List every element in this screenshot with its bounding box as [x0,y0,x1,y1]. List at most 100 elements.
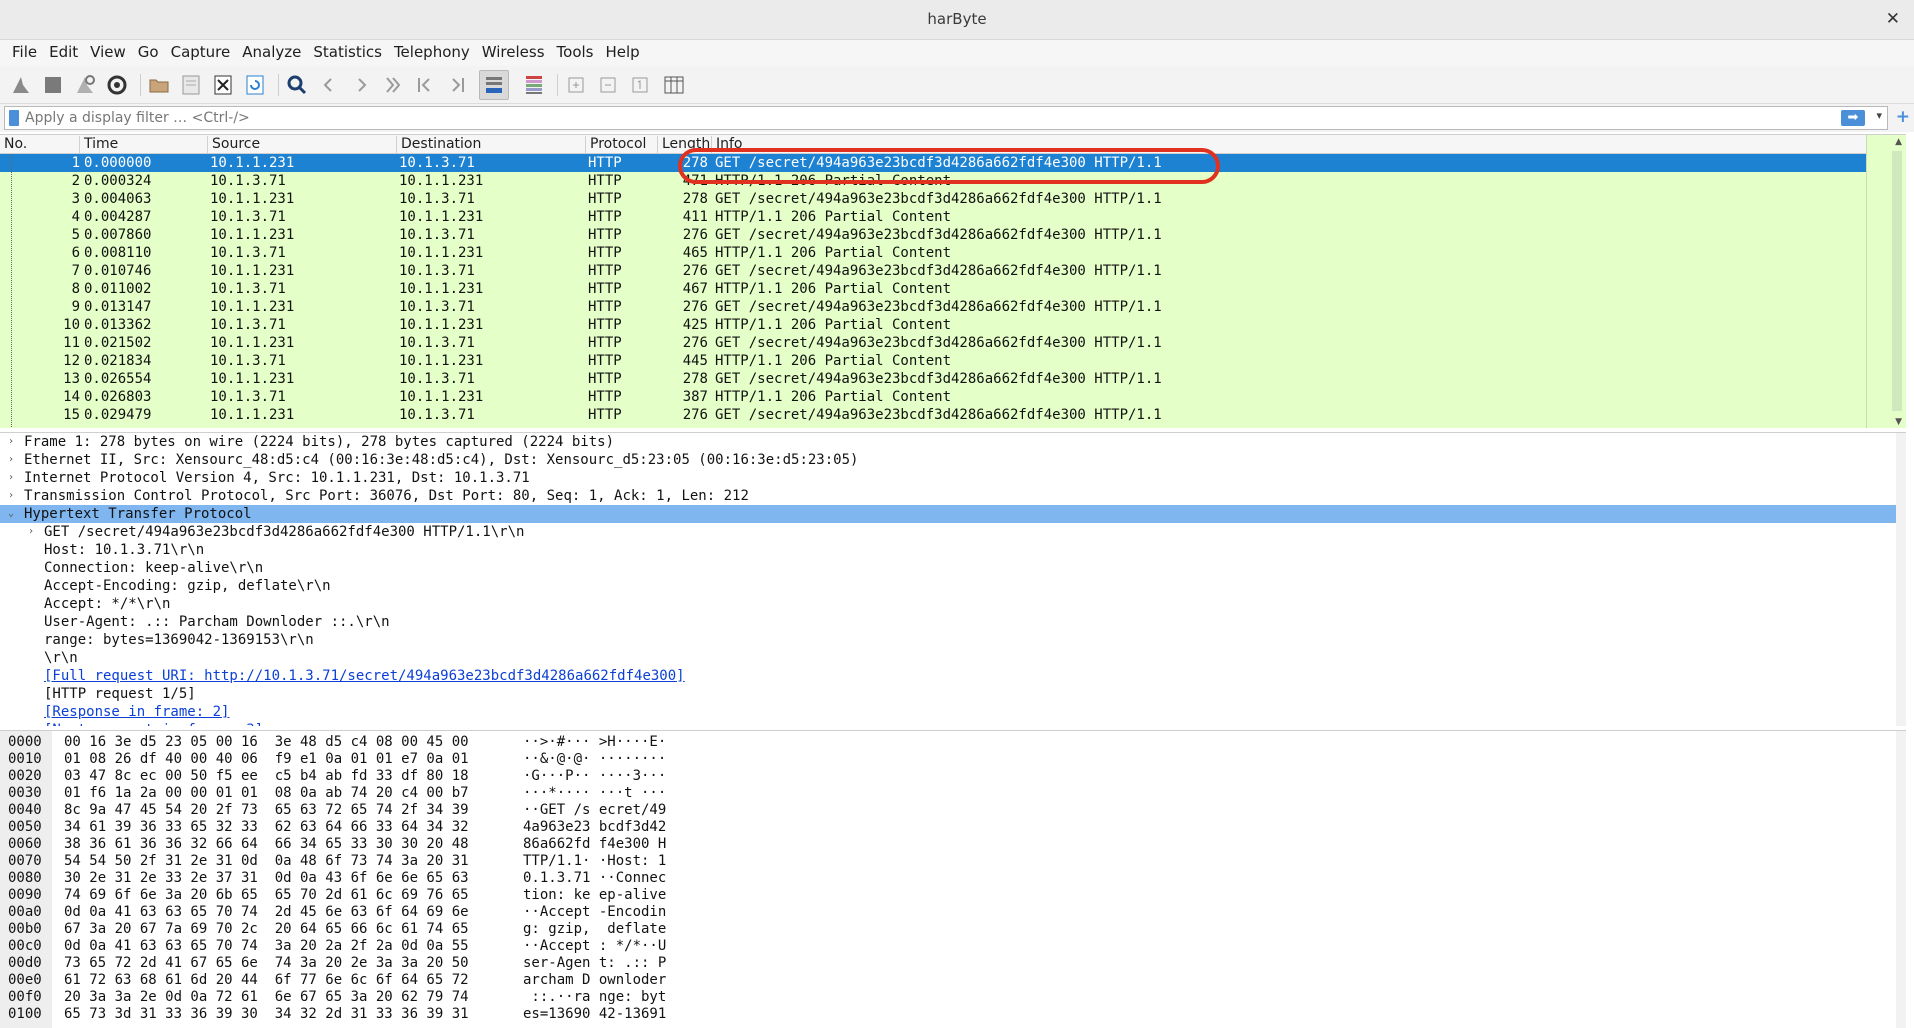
detail-tree-item[interactable]: Accept-Encoding: gzip, deflate\r\n [0,577,1896,595]
column-header-source[interactable]: Source [208,136,397,154]
last-packet-icon[interactable] [442,70,472,100]
packet-row[interactable]: 4 0.004287 10.1.3.71 10.1.1.231 HTTP 411 HTTP/… [0,208,1906,226]
packet-row[interactable]: 15 0.029479 10.1.1.231 10.1.3.71 HTTP 276 GET … [0,406,1906,424]
reload-file-icon[interactable] [240,70,270,100]
byte-row[interactable]: 0020 03 47 8c ec 00 50 f5 ee c5 b4 ab fd … [0,768,1896,785]
detail-tree-item[interactable]: [HTTP request 1/5] [0,685,1896,703]
packet-row[interactable]: 1 0.000000 10.1.1.231 10.1.3.71 HTTP 278 GET /… [0,154,1866,172]
collapsed-arrow-icon[interactable]: › [28,523,34,541]
byte-row[interactable]: 0050 34 61 39 36 33 65 32 33 62 63 64 66 … [0,819,1896,836]
menu-analyze[interactable]: Analyze [236,40,307,66]
menu-file[interactable]: File [6,40,43,66]
add-filter-button-icon[interactable]: + [1896,107,1910,127]
byte-row[interactable]: 0100 65 73 3d 31 33 36 39 30 34 32 2d 31 … [0,1006,1896,1023]
menu-go[interactable]: Go [132,40,165,66]
restart-capture-icon[interactable] [70,70,100,100]
display-filter-input[interactable] [25,108,1825,128]
menu-wireless[interactable]: Wireless [476,40,551,66]
details-scrollbar[interactable] [1896,433,1906,726]
go-forward-icon[interactable] [346,70,376,100]
packet-row[interactable]: 2 0.000324 10.1.3.71 10.1.1.231 HTTP 471 HTTP/… [0,172,1906,190]
detail-tree-item[interactable]: › Frame 1: 278 bytes on wire (2224 bits),… [0,433,1896,451]
colorize-icon[interactable] [519,70,549,100]
zoom-out-icon[interactable] [593,70,623,100]
packet-row[interactable]: 13 0.026554 10.1.1.231 10.1.3.71 HTTP 278 GET … [0,370,1906,388]
packet-list-scrollbar[interactable]: ▲ ▼ [1866,135,1906,428]
go-back-icon[interactable] [314,70,344,100]
close-icon[interactable]: ✕ [1886,9,1900,29]
menu-edit[interactable]: Edit [43,40,84,66]
detail-tree-item[interactable]: › Internet Protocol Version 4, Src: 10.1.… [0,469,1896,487]
collapsed-arrow-icon[interactable]: › [8,487,14,505]
detail-tree-item[interactable]: User-Agent: .:: Parcham Downloder ::.\r\… [0,613,1896,631]
column-header-time[interactable]: Time [80,136,208,154]
menu-view[interactable]: View [84,40,132,66]
column-header-destination[interactable]: Destination [397,136,586,154]
detail-tree-item[interactable]: › Ethernet II, Src: Xensourc_48:d5:c4 (00… [0,451,1896,469]
packet-row[interactable]: 10 0.013362 10.1.3.71 10.1.1.231 HTTP 425 HTTP… [0,316,1906,334]
detail-link[interactable]: [Response in frame: 2] [0,703,1896,721]
bytes-scrollbar[interactable] [1896,731,1906,1028]
column-header-length[interactable]: Length [658,136,712,154]
collapsed-arrow-icon[interactable]: › [8,469,14,487]
byte-row[interactable]: 0090 74 69 6f 6e 3a 20 6b 65 65 70 2d 61 … [0,887,1896,904]
byte-row[interactable]: 0040 8c 9a 47 45 54 20 2f 73 65 63 72 65 … [0,802,1896,819]
menu-help[interactable]: Help [599,40,645,66]
shark-fin-start-icon[interactable] [6,70,36,100]
zoom-in-icon[interactable] [561,70,591,100]
byte-row[interactable]: 0030 01 f6 1a 2a 00 00 01 01 08 0a ab 74 … [0,785,1896,802]
packet-row[interactable]: 9 0.013147 10.1.1.231 10.1.3.71 HTTP 276 GET /… [0,298,1906,316]
chevron-down-icon[interactable]: ▾ [1876,109,1882,122]
close-file-icon[interactable] [208,70,238,100]
detail-tree-item[interactable]: Connection: keep-alive\r\n [0,559,1896,577]
first-packet-icon[interactable] [410,70,440,100]
byte-row[interactable]: 0010 01 08 26 df 40 00 40 06 f9 e1 0a 01 … [0,751,1896,768]
detail-tree-item[interactable]: range: bytes=1369042-1369153\r\n [0,631,1896,649]
resize-columns-icon[interactable] [659,70,689,100]
packet-row[interactable]: 3 0.004063 10.1.1.231 10.1.3.71 HTTP 278 GET /… [0,190,1906,208]
detail-link[interactable]: [Full request URI: http://10.1.3.71/secr… [0,667,1896,685]
byte-row[interactable]: 00c0 0d 0a 41 63 63 65 70 74 3a 20 2a 2f … [0,938,1896,955]
byte-row[interactable]: 0000 00 16 3e d5 23 05 00 16 3e 48 d5 c4 … [0,734,1896,751]
detail-link[interactable]: [Next request in frame: 3] [0,721,1896,726]
byte-row[interactable]: 00e0 61 72 63 68 61 6d 20 44 6f 77 6e 6c … [0,972,1896,989]
column-header-protocol[interactable]: Protocol [586,136,658,154]
detail-tree-item[interactable]: Accept: */*\r\n [0,595,1896,613]
byte-row[interactable]: 0070 54 54 50 2f 31 2e 31 0d 0a 48 6f 73 … [0,853,1896,870]
autoscroll-icon[interactable] [479,70,509,100]
apply-filter-arrow-icon[interactable]: ➡ [1841,110,1865,126]
stop-capture-icon[interactable] [38,70,68,100]
capture-options-icon[interactable] [102,70,132,100]
packet-row[interactable]: 12 0.021834 10.1.3.71 10.1.1.231 HTTP 445 HTTP… [0,352,1906,370]
open-file-icon[interactable] [144,70,174,100]
packet-row[interactable]: 11 0.021502 10.1.1.231 10.1.3.71 HTTP 276 GET … [0,334,1906,352]
detail-tree-item[interactable]: \r\n [0,649,1896,667]
packet-row[interactable]: 14 0.026803 10.1.3.71 10.1.1.231 HTTP 387 HTTP… [0,388,1906,406]
detail-tree-item[interactable]: ⌄ Hypertext Transfer Protocol [0,505,1896,523]
byte-row[interactable]: 0080 30 2e 31 2e 33 2e 37 31 0d 0a 43 6f … [0,870,1896,887]
detail-tree-item[interactable]: › Transmission Control Protocol, Src Port… [0,487,1896,505]
save-file-icon[interactable] [176,70,206,100]
menu-telephony[interactable]: Telephony [388,40,476,66]
column-header-no[interactable]: No. [0,136,80,154]
normal-size-icon[interactable] [625,70,655,100]
collapsed-arrow-icon[interactable]: › [8,433,14,451]
byte-row[interactable]: 00d0 73 65 72 2d 41 67 65 6e 74 3a 20 2e … [0,955,1896,972]
menu-statistics[interactable]: Statistics [307,40,388,66]
byte-row[interactable]: 00f0 20 3a 3a 2e 0d 0a 72 61 6e 67 65 3a … [0,989,1896,1006]
bookmark-icon[interactable] [9,110,19,126]
byte-row[interactable]: 00a0 0d 0a 41 63 63 65 70 74 2d 45 6e 63 … [0,904,1896,921]
menu-tools[interactable]: Tools [551,40,600,66]
column-header-info[interactable]: Info [712,136,1906,154]
detail-tree-item[interactable]: Host: 10.1.3.71\r\n [0,541,1896,559]
packet-row[interactable]: 7 0.010746 10.1.1.231 10.1.3.71 HTTP 276 GET /… [0,262,1906,280]
expanded-arrow-icon[interactable]: ⌄ [8,505,14,523]
packet-row[interactable]: 5 0.007860 10.1.1.231 10.1.3.71 HTTP 276 GET /… [0,226,1906,244]
go-to-packet-icon[interactable] [378,70,408,100]
collapsed-arrow-icon[interactable]: › [8,451,14,469]
byte-row[interactable]: 00b0 67 3a 20 67 7a 69 70 2c 20 64 65 66 … [0,921,1896,938]
detail-tree-item[interactable]: › GET /secret/494a963e23bcdf3d4286a662fdf… [0,523,1896,541]
packet-row[interactable]: 8 0.011002 10.1.3.71 10.1.1.231 HTTP 467 HTTP/… [0,280,1906,298]
find-packet-icon[interactable] [282,70,312,100]
packet-row[interactable]: 6 0.008110 10.1.3.71 10.1.1.231 HTTP 465 HTTP/… [0,244,1906,262]
